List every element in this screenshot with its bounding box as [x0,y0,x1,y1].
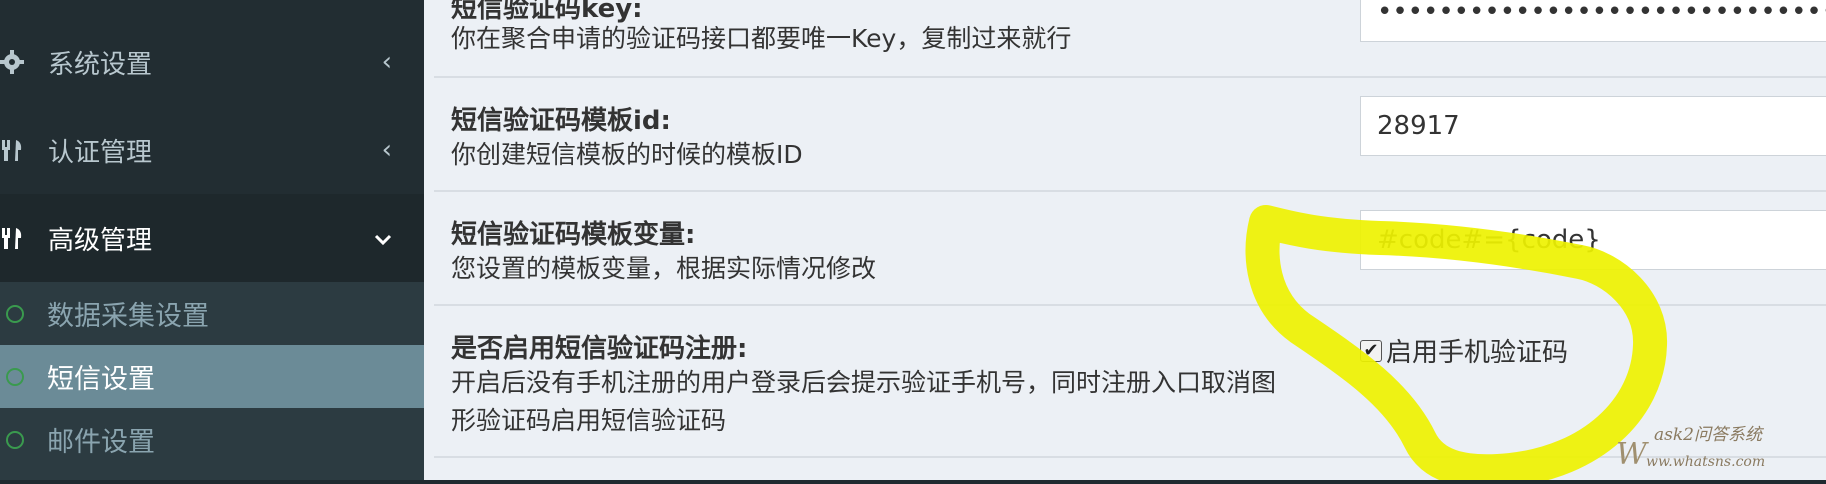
setting-row-sms-key: 短信验证码key: 你在聚合申请的验证码接口都要唯一Key，复制过来就行 •••… [434,0,1826,78]
setting-description: 你在聚合申请的验证码接口都要唯一Key，复制过来就行 [451,24,1072,53]
sidebar-submenu: 数据采集设置 短信设置 邮件设置 [0,282,424,480]
sidebar-item-auth-management[interactable]: 认证管理 ‹ [0,106,424,194]
setting-row-template-variable: 短信验证码模板变量: 您设置的模板变量，根据实际情况修改 #code#={cod… [434,192,1826,306]
setting-description-line2: 形验证码启用短信验证码 [451,406,727,435]
settings-panel: 短信验证码key: 你在聚合申请的验证码接口都要唯一Key，复制过来就行 •••… [434,0,1826,480]
setting-title: 短信验证码模板变量: [451,220,696,250]
sidebar: 系统设置 ‹ 认证管理 ‹ 高级管理 数据采集设置 短信设置 邮件设置 [0,0,424,480]
setting-description-line1: 开启后没有手机注册的用户登录后会提示验证手机号，同时注册入口取消图 [451,368,1277,397]
sidebar-subitem-email-settings[interactable]: 邮件设置 [0,408,424,471]
sidebar-item-label: 高级管理 [48,225,153,256]
sidebar-subitem-label: 邮件设置 [47,427,155,458]
cutlery-icon [0,226,24,250]
chevron-left-icon: ‹ [381,135,392,165]
svg-text:W: W [1616,437,1649,472]
chevron-down-icon [374,223,392,253]
sidebar-subitem-data-collection[interactable]: 数据采集设置 [0,282,424,345]
chevron-left-icon: ‹ [381,47,392,77]
sidebar-item-system-settings[interactable]: 系统设置 ‹ [0,18,424,106]
sidebar-item-label: 系统设置 [48,49,153,80]
sidebar-item-label: 认证管理 [48,137,153,168]
watermark-logo: ask2问答系统 W ww.whatsns.com [1616,425,1765,472]
sidebar-subitem-label: 短信设置 [47,364,155,395]
template-variable-field[interactable]: #code#={code} [1360,210,1826,270]
svg-text:ww.whatsns.com: ww.whatsns.com [1646,454,1765,470]
gear-icon [0,50,24,74]
setting-description: 您设置的模板变量，根据实际情况修改 [451,254,877,283]
sidebar-item-advanced-management[interactable]: 高级管理 [0,194,424,282]
checkbox-label: 启用手机验证码 [1386,338,1569,368]
setting-row-template-id: 短信验证码模板id: 你创建短信模板的时候的模板ID 28917 [434,78,1826,192]
cutlery-icon [0,138,24,162]
sms-key-field[interactable]: •••••••••••••••••••••••••••••••• [1360,0,1826,42]
circle-icon [6,430,24,449]
sidebar-subitem-sms-settings[interactable]: 短信设置 [0,345,424,408]
circle-icon [6,367,24,386]
enable-sms-checkbox-group[interactable]: ✔ 启用手机验证码 [1360,332,1568,369]
bottom-border [0,480,1826,484]
setting-title: 短信验证码模板id: [451,106,671,136]
circle-icon [6,304,24,323]
setting-title: 是否启用短信验证码注册: [451,334,748,364]
enable-sms-checkbox[interactable]: ✔ [1360,339,1382,362]
template-id-field[interactable]: 28917 [1360,96,1826,156]
sidebar-subitem-label: 数据采集设置 [47,301,209,332]
setting-description: 你创建短信模板的时候的模板ID [451,140,803,169]
svg-text:ask2问答系统: ask2问答系统 [1654,425,1765,445]
